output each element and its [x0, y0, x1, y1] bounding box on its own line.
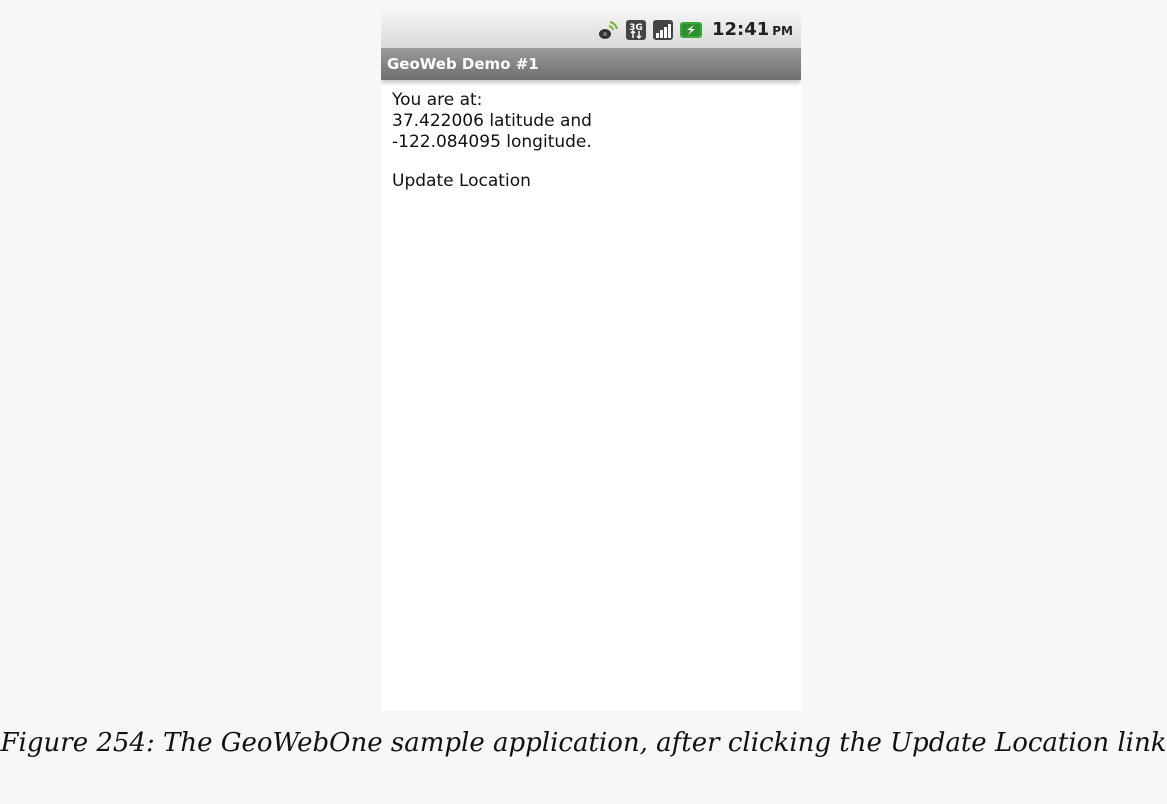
update-location-link[interactable]: Update Location: [392, 171, 531, 192]
svg-text:3G: 3G: [629, 23, 643, 33]
gps-satellite-icon: [596, 19, 620, 41]
3g-data-icon: 3G: [625, 19, 647, 41]
latitude-text: 37.422006 latitude and: [392, 111, 592, 131]
status-bar: 3G 12:41 PM: [381, 12, 801, 48]
status-clock-suffix: PM: [772, 23, 793, 38]
location-label: You are at:: [392, 90, 483, 110]
battery-charging-icon: [679, 19, 703, 41]
phone-screen: 3G 12:41 PM GeoWeb Demo #1 You are at: 3…: [381, 12, 801, 711]
webview-content: You are at: 37.422006 latitude and -122.…: [392, 90, 792, 192]
app-title-bar: GeoWeb Demo #1: [381, 48, 801, 80]
status-clock: 12:41 PM: [711, 18, 793, 40]
signal-strength-icon: [652, 19, 674, 41]
app-title: GeoWeb Demo #1: [387, 55, 539, 73]
longitude-text: -122.084095 longitude.: [392, 132, 592, 152]
status-icons: 3G 12:41 PM: [596, 18, 793, 42]
figure-caption: Figure 254: The GeoWebOne sample applica…: [0, 728, 1167, 758]
